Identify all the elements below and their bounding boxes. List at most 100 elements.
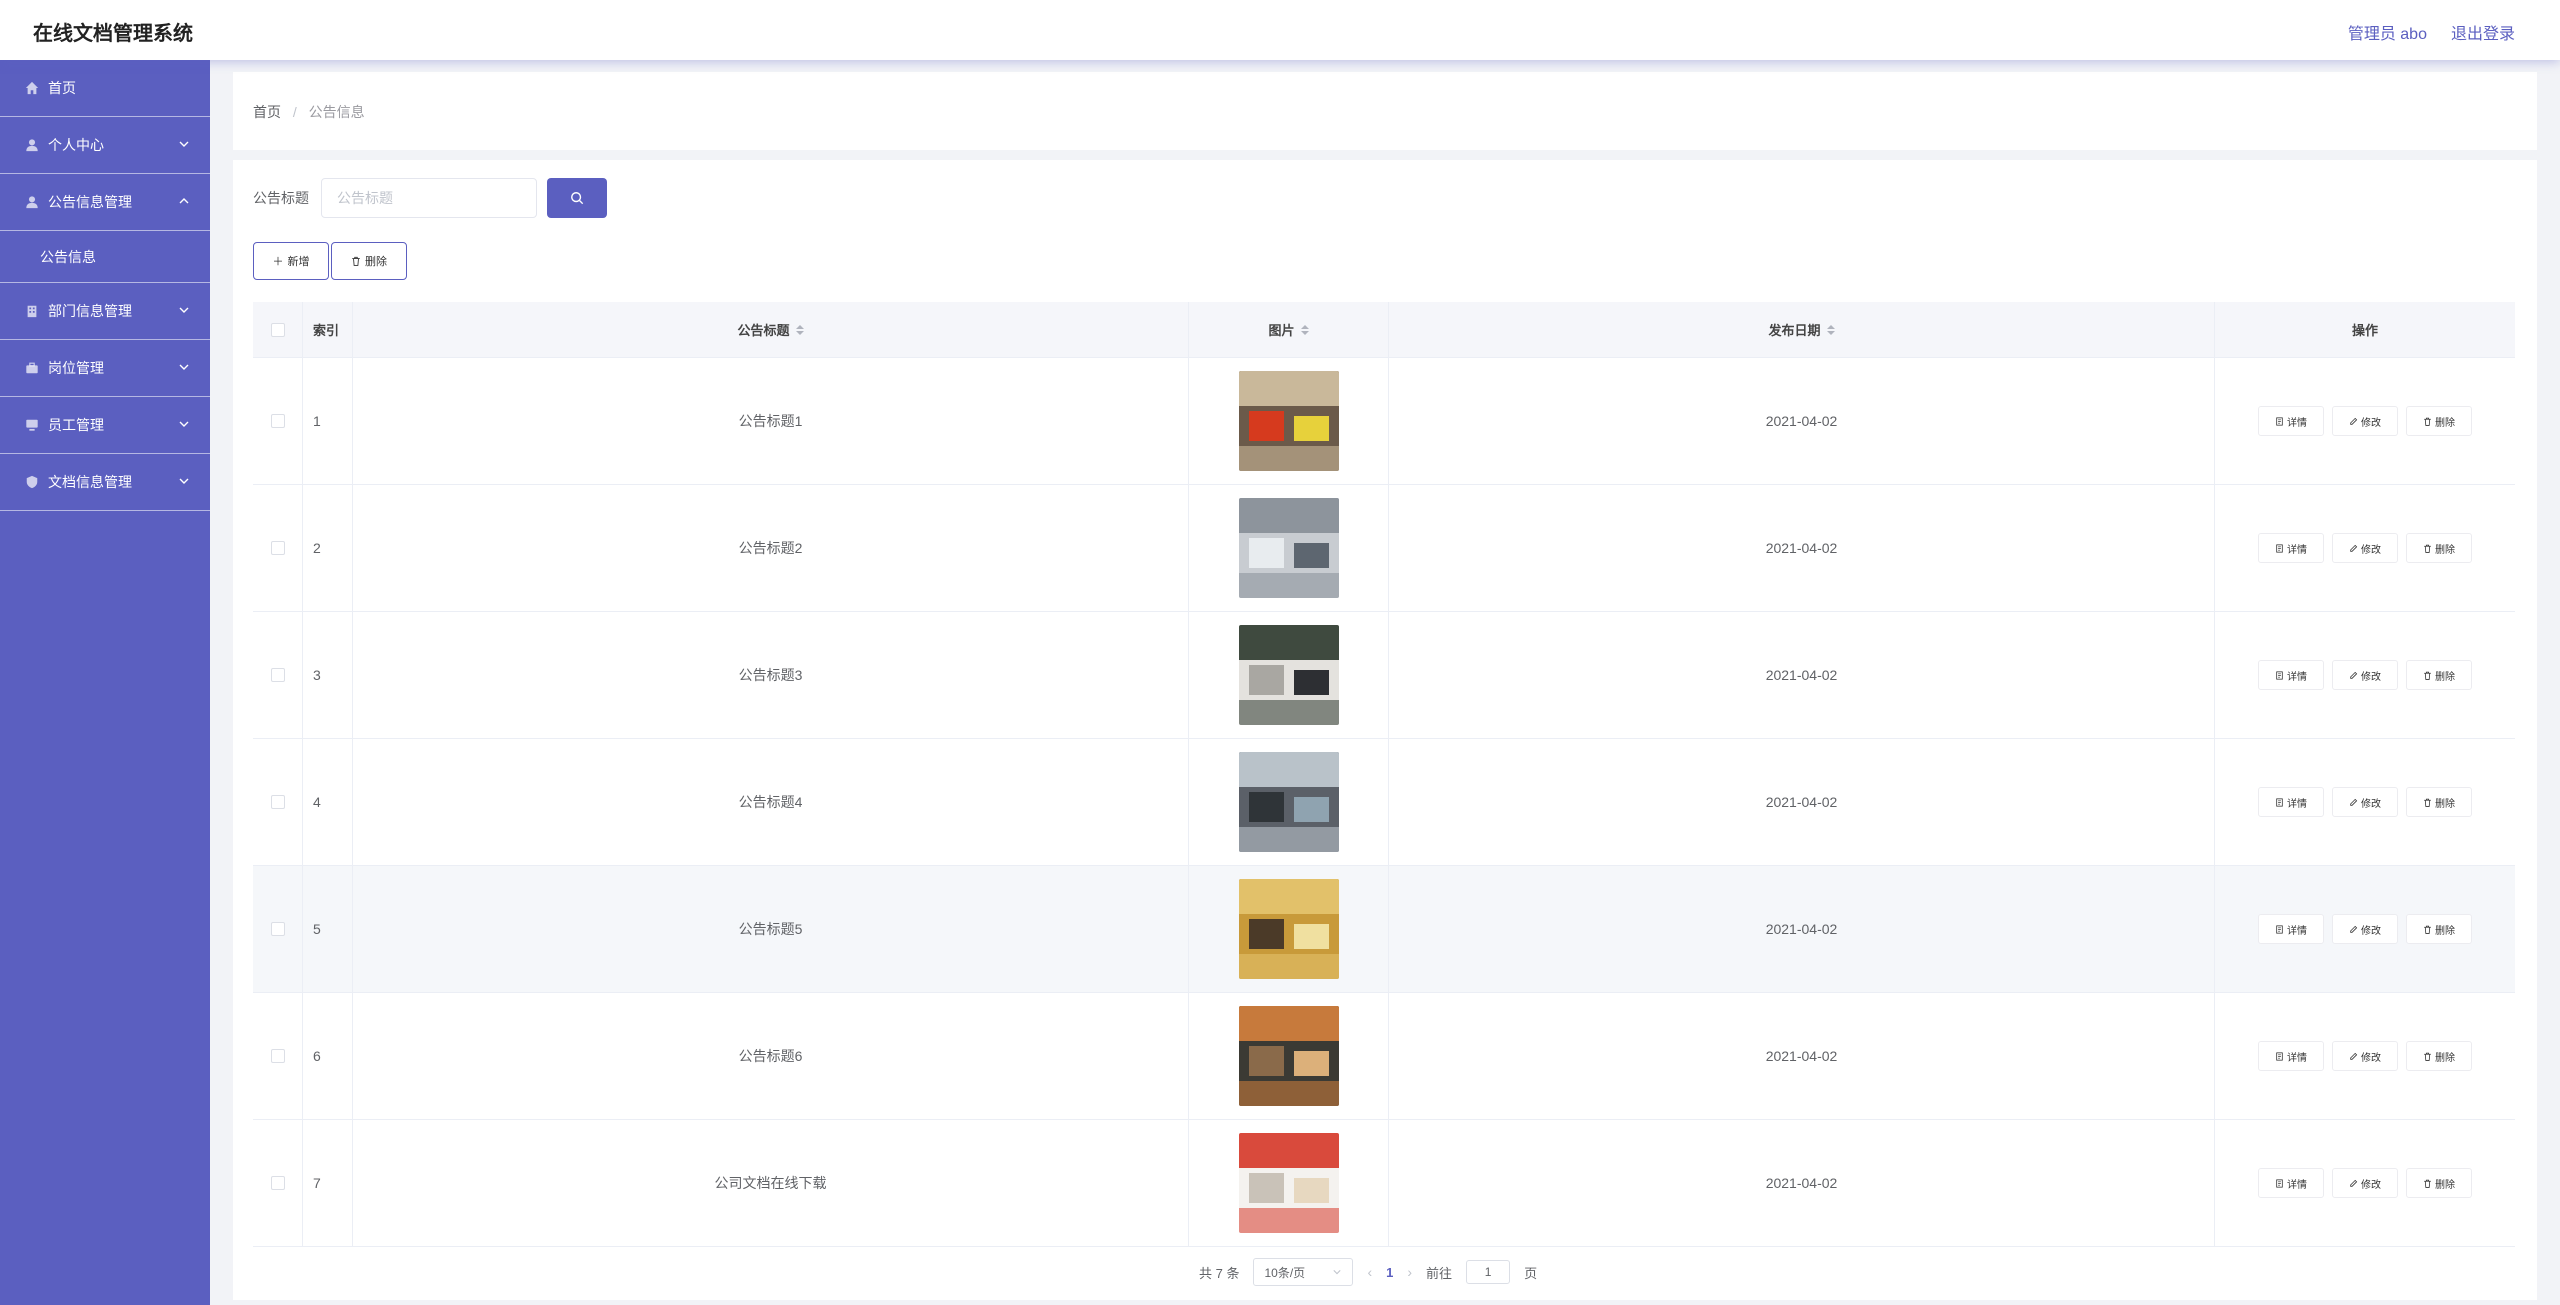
row-checkbox[interactable]	[270, 541, 285, 555]
page-number-1[interactable]: 1	[1386, 1265, 1393, 1280]
detail-label: 详情	[2287, 798, 2307, 810]
page-size-select[interactable]: 10条/页	[1253, 1258, 1354, 1286]
detail-button[interactable]: 详情	[2258, 1041, 2324, 1071]
row-checkbox[interactable]	[270, 1176, 285, 1190]
row-delete-button[interactable]: 删除	[2406, 914, 2472, 944]
row-checkbox[interactable]	[270, 1049, 285, 1063]
edit-button[interactable]: 修改	[2332, 406, 2398, 436]
row-operations: 详情 修改 删除	[2215, 739, 2515, 865]
row-title: 公告标题3	[353, 612, 1189, 738]
batch-delete-button[interactable]: 删除	[331, 242, 407, 280]
row-index: 5	[303, 866, 353, 992]
logout-link[interactable]: 退出登录	[2451, 20, 2515, 44]
row-image	[1189, 866, 1389, 992]
sidebar-subitem-notice-info[interactable]: 公告信息	[0, 231, 210, 283]
user-icon	[24, 137, 40, 153]
table-row: 4 公告标题4 2021-04-02 详情 修改 删除	[253, 739, 2515, 866]
edit-label: 修改	[2361, 671, 2381, 683]
row-delete-button[interactable]: 删除	[2406, 1168, 2472, 1198]
row-checkbox[interactable]	[270, 922, 285, 936]
detail-button[interactable]: 详情	[2258, 406, 2324, 436]
select-all-checkbox[interactable]	[270, 322, 285, 337]
monitor-icon	[24, 417, 40, 433]
row-delete-button[interactable]: 删除	[2406, 406, 2472, 436]
sidebar-item-document-management[interactable]: 文档信息管理	[0, 454, 210, 511]
edit-button[interactable]: 修改	[2332, 1041, 2398, 1071]
row-image	[1189, 612, 1389, 738]
edit-icon	[2350, 925, 2358, 933]
row-title: 公告标题5	[353, 866, 1189, 992]
row-index: 1	[303, 358, 353, 484]
document-icon	[2276, 797, 2283, 807]
edit-button[interactable]: 修改	[2332, 533, 2398, 563]
notice-image[interactable]	[1238, 879, 1339, 979]
detail-button[interactable]: 详情	[2258, 1168, 2324, 1198]
delete-label: 删除	[2435, 544, 2455, 556]
notice-image[interactable]	[1238, 371, 1339, 471]
row-index: 6	[303, 993, 353, 1119]
row-delete-button[interactable]: 删除	[2406, 1041, 2472, 1071]
row-delete-button[interactable]: 删除	[2406, 660, 2472, 690]
edit-button[interactable]: 修改	[2332, 660, 2398, 690]
search-button[interactable]	[547, 178, 607, 218]
notice-image[interactable]	[1238, 1133, 1339, 1233]
row-action-group: 详情 修改 删除	[2258, 1041, 2472, 1071]
row-index: 7	[303, 1120, 353, 1246]
prev-page-button[interactable]: ‹	[1367, 1264, 1372, 1280]
index-value: 1	[313, 413, 321, 429]
detail-button[interactable]: 详情	[2258, 914, 2324, 944]
edit-button[interactable]: 修改	[2332, 914, 2398, 944]
row-operations: 详情 修改 删除	[2215, 993, 2515, 1119]
title-value: 公告标题3	[738, 667, 803, 683]
goto-page-input[interactable]	[1466, 1260, 1511, 1284]
sidebar-item-position-management[interactable]: 岗位管理	[0, 340, 210, 397]
detail-label: 详情	[2287, 671, 2307, 683]
pagination: 共 7 条 10条/页 ‹ 1 › 前往 页	[1199, 1257, 1537, 1287]
header-operations: 操作	[2215, 302, 2515, 357]
sidebar-item-employee-management[interactable]: 员工管理	[0, 397, 210, 454]
sidebar-item-personal-center[interactable]: 个人中心	[0, 117, 210, 174]
detail-button[interactable]: 详情	[2258, 787, 2324, 817]
row-action-group: 详情 修改 删除	[2258, 406, 2472, 436]
breadcrumb-home[interactable]: 首页	[253, 104, 281, 120]
notice-image[interactable]	[1238, 498, 1339, 598]
chevron-down-icon	[179, 364, 189, 370]
header-date[interactable]: 发布日期	[1389, 302, 2215, 357]
row-delete-button[interactable]: 删除	[2406, 533, 2472, 563]
row-checkbox[interactable]	[270, 668, 285, 682]
sort-icon[interactable]	[795, 324, 804, 335]
detail-button[interactable]: 详情	[2258, 660, 2324, 690]
detail-button[interactable]: 详情	[2258, 533, 2324, 563]
edit-label: 修改	[2361, 1179, 2381, 1191]
row-image	[1189, 739, 1389, 865]
notice-image[interactable]	[1238, 1006, 1339, 1106]
notice-image[interactable]	[1238, 752, 1339, 852]
document-icon	[2276, 1051, 2283, 1061]
title-value: 公告标题4	[738, 794, 803, 810]
trash-icon	[2424, 671, 2431, 680]
current-user[interactable]: 管理员 abo	[2348, 20, 2427, 44]
edit-label: 修改	[2361, 1052, 2381, 1064]
add-button[interactable]: ＋ 新增	[253, 242, 329, 280]
sidebar-item-home[interactable]: 首页	[0, 60, 210, 117]
edit-icon	[2350, 798, 2358, 806]
sidebar-item-department-management[interactable]: 部门信息管理	[0, 283, 210, 340]
row-checkbox[interactable]	[270, 795, 285, 809]
row-delete-button[interactable]: 删除	[2406, 787, 2472, 817]
notice-image[interactable]	[1238, 625, 1339, 725]
date-value: 2021-04-02	[1765, 1048, 1838, 1064]
sidebar-item-notice-management[interactable]: 公告信息管理	[0, 174, 210, 231]
header-image[interactable]: 图片	[1189, 302, 1389, 357]
edit-icon	[2350, 417, 2358, 425]
sort-icon[interactable]	[1826, 324, 1835, 335]
edit-button[interactable]: 修改	[2332, 787, 2398, 817]
search-input[interactable]	[321, 178, 537, 218]
edit-button[interactable]: 修改	[2332, 1168, 2398, 1198]
header-title[interactable]: 公告标题	[353, 302, 1189, 357]
delete-label: 删除	[2435, 671, 2455, 683]
column-label: 索引	[313, 323, 340, 338]
next-page-button[interactable]: ›	[1407, 1264, 1412, 1280]
sort-icon[interactable]	[1300, 324, 1309, 335]
edit-icon	[2350, 1052, 2358, 1060]
row-checkbox[interactable]	[270, 414, 285, 428]
